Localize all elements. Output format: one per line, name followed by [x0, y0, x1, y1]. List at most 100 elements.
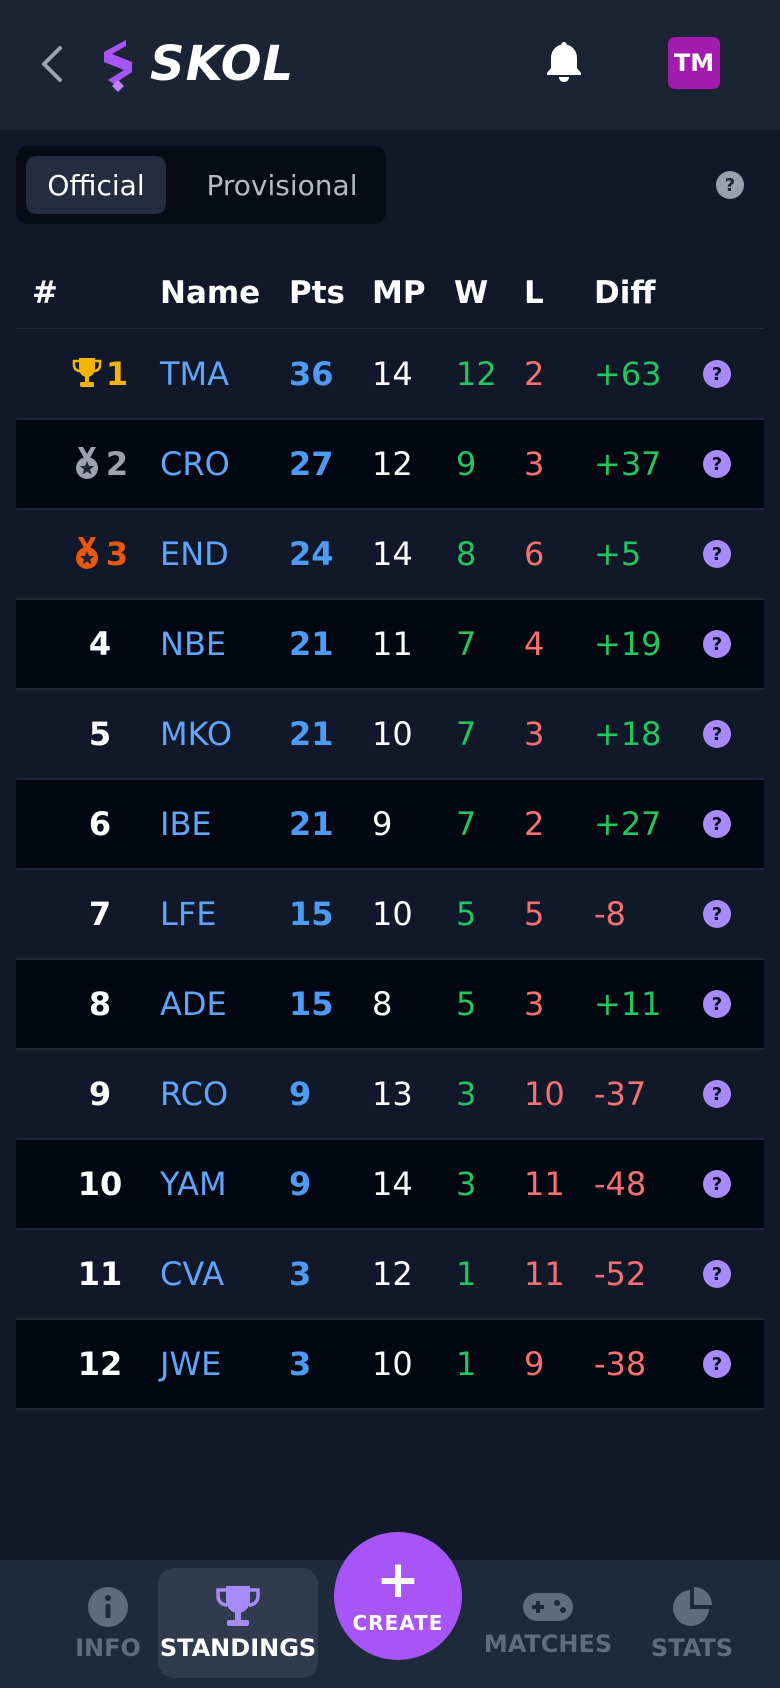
team-name-link[interactable]: YAM	[160, 1140, 227, 1228]
row-help-icon[interactable]: ?	[703, 1260, 731, 1288]
table-row[interactable]: 5 MKO 21 10 7 3 +18?	[16, 690, 764, 780]
matches-played-cell: 12	[372, 445, 413, 483]
matches-played-cell: 11	[372, 625, 413, 663]
column-l[interactable]: L	[524, 258, 544, 328]
team-name-link[interactable]: CVA	[160, 1230, 224, 1318]
wins-cell: 7	[456, 715, 477, 753]
team-name-link[interactable]: ADE	[160, 960, 227, 1048]
gamepad-icon	[523, 1593, 573, 1621]
column-diff[interactable]: Diff	[594, 258, 655, 328]
table-row[interactable]: 4 NBE 21 11 7 4 +19?	[16, 600, 764, 690]
team-name-link[interactable]: MKO	[160, 690, 232, 778]
rank-cell: 2	[60, 420, 140, 508]
rank-value: 2	[105, 445, 129, 483]
table-row[interactable]: 2 CRO 27 12 9 3 +37?	[16, 420, 764, 510]
points-cell: 21	[289, 625, 334, 663]
nav-standings-label: STANDINGS	[159, 1634, 317, 1662]
team-name-link[interactable]: CRO	[160, 420, 230, 508]
team-name-link[interactable]: NBE	[160, 600, 226, 688]
table-row[interactable]: 3 END 24 14 8 6 +5?	[16, 510, 764, 600]
team-name-link[interactable]: END	[160, 510, 229, 598]
table-row[interactable]: 8 ADE 15 8 5 3 +11?	[16, 960, 764, 1050]
row-help-icon[interactable]: ?	[703, 810, 731, 838]
bell-icon[interactable]	[540, 38, 588, 86]
rank-cell: 5	[88, 715, 112, 753]
user-avatar[interactable]: TM	[667, 36, 721, 90]
wins-cell: 5	[456, 895, 477, 933]
points-cell: 24	[289, 535, 334, 573]
team-name-link[interactable]: JWE	[160, 1320, 221, 1408]
info-icon	[88, 1587, 128, 1627]
tab-provisional[interactable]: Provisional	[184, 156, 380, 214]
losses-cell: 10	[524, 1075, 565, 1113]
wins-cell: 8	[456, 535, 477, 573]
matches-played-cell: 13	[372, 1075, 413, 1113]
wins-cell: 1	[456, 1255, 477, 1293]
team-name-link[interactable]: LFE	[160, 870, 216, 958]
column-mp[interactable]: MP	[372, 258, 426, 328]
row-help-icon[interactable]: ?	[703, 1080, 731, 1108]
wins-cell: 3	[456, 1165, 477, 1203]
help-icon[interactable]: ?	[716, 171, 744, 199]
column-w[interactable]: W	[454, 258, 488, 328]
losses-cell: 2	[524, 355, 545, 393]
team-name-link[interactable]: RCO	[160, 1050, 228, 1138]
diff-cell: -37	[594, 1075, 647, 1113]
diff-cell: +27	[594, 805, 662, 843]
rank-cell: 6	[88, 805, 112, 843]
row-help-icon[interactable]: ?	[703, 1350, 731, 1378]
row-help-icon[interactable]: ?	[703, 360, 731, 388]
rank-cell: 11	[77, 1255, 123, 1293]
diff-cell: +18	[594, 715, 662, 753]
table-row[interactable]: 1 TMA 36 14 12 2 +63?	[16, 330, 764, 420]
losses-cell: 11	[524, 1165, 565, 1203]
row-help-icon[interactable]: ?	[703, 450, 731, 478]
matches-played-cell: 14	[372, 535, 413, 573]
rank-cell: 3	[60, 510, 140, 598]
back-arrow-icon[interactable]	[38, 44, 66, 84]
diff-cell: -8	[594, 895, 626, 933]
points-cell: 21	[289, 805, 334, 843]
matches-played-cell: 10	[372, 715, 413, 753]
rank-cell: 7	[88, 895, 112, 933]
diff-cell: -52	[594, 1255, 647, 1293]
row-help-icon[interactable]: ?	[703, 990, 731, 1018]
plus-icon: +	[376, 1550, 420, 1610]
nav-stats[interactable]: STATS	[640, 1560, 744, 1688]
column-rank: #	[32, 275, 58, 311]
column-pts[interactable]: Pts	[289, 258, 345, 328]
rank-cell: 1	[60, 330, 140, 418]
table-row[interactable]: 10 YAM 9 14 3 11 -48?	[16, 1140, 764, 1230]
rank-cell: 10	[77, 1165, 123, 1203]
nav-info[interactable]: INFO	[44, 1560, 172, 1688]
nav-standings[interactable]: STANDINGS	[158, 1568, 318, 1678]
diff-cell: +63	[594, 355, 662, 393]
table-row[interactable]: 11 CVA 3 12 1 11 -52?	[16, 1230, 764, 1320]
column-name[interactable]: Name	[160, 258, 260, 328]
standings-table-header: # Name Pts MP W L Diff	[16, 258, 764, 329]
losses-cell: 9	[524, 1345, 545, 1383]
row-help-icon[interactable]: ?	[703, 1170, 731, 1198]
rank-cell: 4	[88, 625, 112, 663]
create-button[interactable]: + CREATE	[334, 1532, 462, 1660]
points-cell: 15	[289, 895, 334, 933]
nav-matches[interactable]: MATCHES	[484, 1560, 612, 1688]
table-row[interactable]: 9 RCO 9 13 3 10 -37?	[16, 1050, 764, 1140]
table-row[interactable]: 12 JWE 3 10 1 9 -38?	[16, 1320, 764, 1410]
table-row[interactable]: 6 IBE 21 9 7 2 +27?	[16, 780, 764, 870]
team-name-link[interactable]: IBE	[160, 780, 212, 868]
diff-cell: +19	[594, 625, 662, 663]
row-help-icon[interactable]: ?	[703, 540, 731, 568]
losses-cell: 3	[524, 715, 545, 753]
app-header: SKOL TM	[0, 0, 780, 130]
row-help-icon[interactable]: ?	[703, 630, 731, 658]
matches-played-cell: 14	[372, 355, 413, 393]
wins-cell: 3	[456, 1075, 477, 1113]
matches-played-cell: 10	[372, 895, 413, 933]
row-help-icon[interactable]: ?	[703, 720, 731, 748]
team-name-link[interactable]: TMA	[160, 330, 229, 418]
diff-cell: +5	[594, 535, 642, 573]
tab-official[interactable]: Official	[26, 156, 166, 214]
table-row[interactable]: 7 LFE 15 10 5 5 -8?	[16, 870, 764, 960]
row-help-icon[interactable]: ?	[703, 900, 731, 928]
